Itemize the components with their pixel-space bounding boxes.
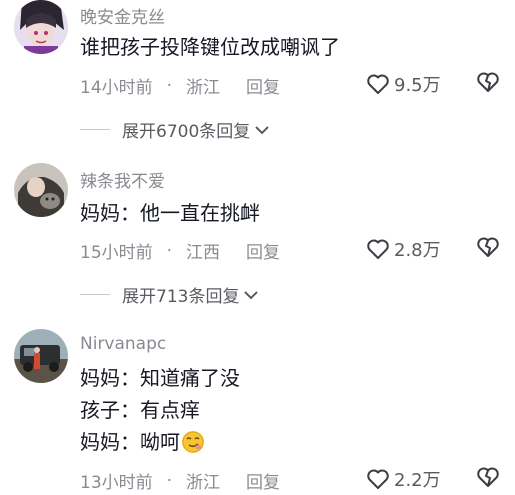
- like-button[interactable]: 2.8万: [366, 236, 441, 262]
- comment-time: 14小时前: [80, 78, 153, 98]
- divider: [80, 294, 110, 295]
- comment-text: 谁把孩子投降键位改成嘲讽了: [80, 35, 340, 59]
- comment-time: 13小时前: [80, 473, 153, 493]
- expand-replies-button[interactable]: 展开6700条回复: [80, 117, 270, 142]
- comment-username[interactable]: 辣条我不爱: [80, 167, 165, 192]
- like-count: 2.2万: [394, 470, 441, 491]
- comment-location: 江西: [186, 243, 221, 263]
- like-button[interactable]: 9.5万: [366, 71, 441, 97]
- expand-replies-label: 展开6700条回复: [122, 122, 251, 142]
- chevron-down-icon: [255, 125, 269, 134]
- comment-text: 妈妈：他一直在挑衅: [80, 201, 260, 225]
- divider: [80, 129, 110, 130]
- separator: ·: [166, 470, 173, 491]
- dislike-button[interactable]: [476, 466, 500, 492]
- avatar[interactable]: [14, 163, 68, 217]
- heart-outline-icon: [367, 74, 389, 94]
- comment-text-with-emoji: 妈妈：呦呵: [80, 430, 204, 454]
- dislike-button[interactable]: [476, 71, 500, 97]
- smirk-emoji-icon: [182, 431, 204, 453]
- separator: ·: [166, 75, 173, 96]
- heart-outline-icon: [367, 239, 389, 259]
- avatar[interactable]: [14, 329, 68, 383]
- avatar[interactable]: [14, 0, 68, 54]
- broken-heart-icon: [477, 72, 499, 92]
- reply-button[interactable]: 回复: [246, 73, 280, 98]
- comment-text: 妈妈：知道痛了没: [80, 366, 240, 390]
- comment-location: 浙江: [186, 78, 221, 98]
- comment-location: 浙江: [186, 473, 221, 493]
- comment-meta: 14小时前 · 浙江 回复: [80, 73, 280, 99]
- heart-outline-icon: [367, 469, 389, 489]
- comment-text: 妈妈：呦呵: [80, 430, 180, 454]
- broken-heart-icon: [477, 237, 499, 257]
- like-button[interactable]: 2.2万: [366, 466, 441, 492]
- expand-replies-button[interactable]: 展开713条回复: [80, 282, 259, 307]
- reply-button[interactable]: 回复: [246, 468, 280, 493]
- expand-replies-label: 展开713条回复: [122, 287, 240, 307]
- comment-meta: 13小时前 · 浙江 回复: [80, 468, 280, 494]
- dislike-button[interactable]: [476, 236, 500, 262]
- like-count: 9.5万: [394, 75, 441, 96]
- comment-time: 15小时前: [80, 243, 153, 263]
- comment-username[interactable]: Nirvanapc: [80, 334, 166, 354]
- comment-text: 孩子：有点痒: [80, 398, 200, 422]
- comment-meta: 15小时前 · 江西 回复: [80, 238, 280, 264]
- separator: ·: [166, 240, 173, 261]
- reply-button[interactable]: 回复: [246, 238, 280, 263]
- comment-username[interactable]: 晚安金克丝: [80, 3, 165, 28]
- chevron-down-icon: [244, 290, 259, 299]
- broken-heart-icon: [477, 467, 499, 487]
- like-count: 2.8万: [394, 240, 441, 261]
